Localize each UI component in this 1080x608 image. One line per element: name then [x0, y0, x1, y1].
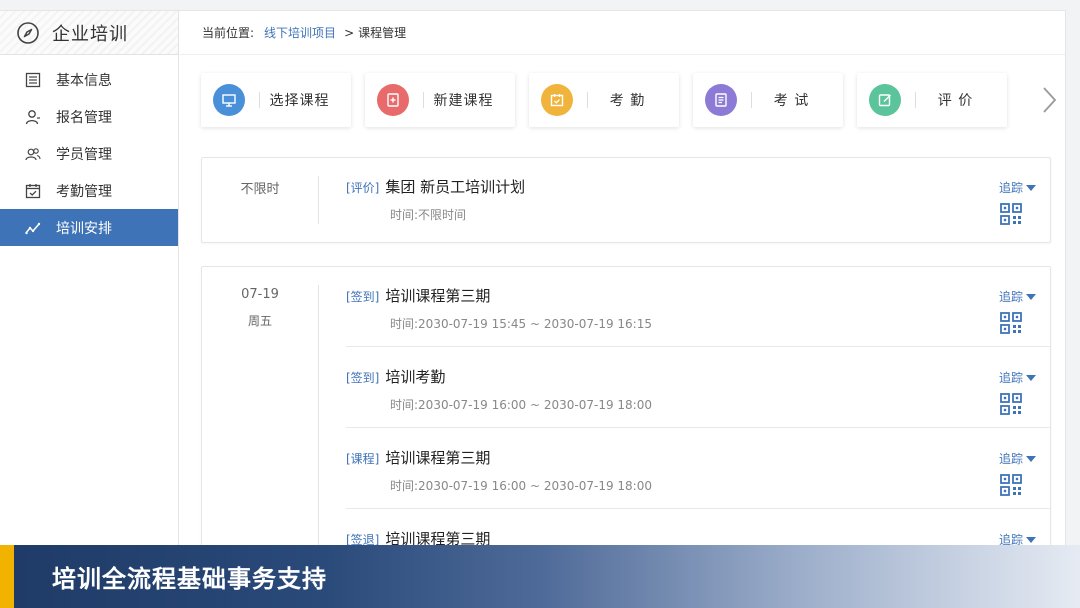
caret-down-icon	[1026, 455, 1036, 462]
edit-icon	[869, 84, 901, 116]
action-label: 考 勤	[609, 93, 646, 109]
track-dropdown[interactable]: 追踪	[999, 450, 1036, 467]
event-name[interactable]: 培训课程第三期	[385, 285, 490, 306]
trend-icon	[24, 219, 42, 237]
event-tag: [课程]	[346, 452, 380, 466]
event-tag: [评价]	[346, 181, 380, 195]
list-icon	[24, 71, 42, 89]
track-label: 追踪	[998, 452, 1023, 466]
event-tag: [签到]	[346, 371, 380, 385]
sidebar-item-label: 考勤管理	[56, 183, 112, 200]
breadcrumb-current: 课程管理	[358, 26, 407, 40]
schedule-event: [签到] 培训考勤 时间:2030-07-19 16:00 ~ 2030-07-…	[346, 348, 1050, 428]
date-label: 不限时	[240, 182, 280, 197]
sidebar-item-basic-info[interactable]: 基本信息	[0, 61, 178, 98]
track-dropdown[interactable]: 追踪	[999, 179, 1036, 196]
new-course-button[interactable]: 新建课程	[365, 73, 515, 127]
caret-down-icon	[1026, 184, 1036, 191]
compass-icon	[17, 21, 39, 44]
schedule-card: 07-19 周五 [签到] 培训课程第三期 时间:2030-07-19 15:4…	[201, 266, 1051, 550]
calendar-check-icon	[24, 182, 42, 200]
caption-banner: 培训全流程基础事务支持	[0, 545, 1080, 608]
action-label: 评 价	[937, 93, 974, 109]
new-doc-icon	[377, 84, 409, 116]
track-label: 追踪	[998, 371, 1023, 385]
evaluation-button[interactable]: 评 价	[857, 73, 1007, 127]
schedule-card: 不限时 [评价] 集团 新员工培训计划 时间:不限时间 追踪	[201, 157, 1051, 243]
monitor-icon	[213, 84, 245, 116]
date-column: 07-19 周五	[202, 267, 318, 329]
qr-code-icon[interactable]	[1000, 203, 1022, 225]
track-label: 追踪	[998, 181, 1023, 195]
event-name[interactable]: 培训考勤	[385, 366, 445, 387]
event-time: 时间:不限时间	[390, 208, 467, 222]
exam-button[interactable]: 考 试	[693, 73, 843, 127]
user-add-icon	[24, 108, 42, 126]
track-label: 追踪	[998, 290, 1023, 304]
caret-down-icon	[1026, 374, 1036, 381]
event-tag: [签到]	[346, 290, 380, 304]
track-dropdown[interactable]: 追踪	[999, 369, 1036, 386]
qr-code-icon[interactable]	[1000, 312, 1022, 334]
select-course-button[interactable]: 选择课程	[201, 73, 351, 127]
accent-bar	[0, 545, 14, 608]
caret-down-icon	[1026, 293, 1036, 300]
app-window: 企业培训 基本信息 报名管理 学员管理 考勤管理 培训安排 当前位置: 线下培训…	[0, 10, 1066, 550]
divider	[318, 285, 319, 550]
sidebar-item-attendance[interactable]: 考勤管理	[0, 172, 178, 209]
qr-code-icon[interactable]	[1000, 393, 1022, 415]
schedule-event: [课程] 培训课程第三期 时间:2030-07-19 16:00 ~ 2030-…	[346, 429, 1050, 509]
caption-text: 培训全流程基础事务支持	[52, 565, 327, 593]
schedule-event: [签到] 培训课程第三期 时间:2030-07-19 15:45 ~ 2030-…	[346, 267, 1050, 347]
schedule-event: [评价] 集团 新员工培训计划 时间:不限时间 追踪	[346, 158, 1050, 238]
caret-down-icon	[1026, 536, 1036, 543]
event-time: 时间:2030-07-19 16:00 ~ 2030-07-19 18:00	[390, 398, 652, 412]
breadcrumb: 当前位置: 线下培训项目 > 课程管理	[180, 11, 1065, 55]
main-content: 当前位置: 线下培训项目 > 课程管理 选择课程 新建课程 考 勤 考 试 评 …	[180, 11, 1065, 550]
action-label: 新建课程	[433, 93, 494, 109]
users-icon	[24, 145, 42, 163]
event-time: 时间:2030-07-19 16:00 ~ 2030-07-19 18:00	[390, 479, 652, 493]
sidebar-item-label: 培训安排	[56, 220, 112, 237]
sidebar-item-students[interactable]: 学员管理	[0, 135, 178, 172]
event-name[interactable]: 集团 新员工培训计划	[385, 176, 525, 197]
sidebar-item-label: 基本信息	[56, 72, 112, 89]
date-label: 07-19	[241, 287, 279, 302]
action-toolbar: 选择课程 新建课程 考 勤 考 试 评 价	[201, 73, 1021, 127]
sidebar-item-training-schedule[interactable]: 培训安排	[0, 209, 178, 246]
action-label: 考 试	[773, 93, 810, 109]
weekday-label: 周五	[247, 314, 272, 328]
event-time: 时间:2030-07-19 15:45 ~ 2030-07-19 16:15	[390, 317, 652, 331]
chevron-right-icon[interactable]	[1039, 85, 1059, 115]
sidebar-item-enrollment[interactable]: 报名管理	[0, 98, 178, 135]
app-title: 企业培训	[52, 23, 128, 45]
breadcrumb-separator: >	[344, 25, 355, 40]
divider	[318, 176, 319, 224]
qr-code-icon[interactable]	[1000, 474, 1022, 496]
brand-header: 企业培训	[0, 11, 178, 55]
sidebar-item-label: 学员管理	[56, 146, 112, 163]
calendar-icon	[541, 84, 573, 116]
track-dropdown[interactable]: 追踪	[999, 288, 1036, 305]
breadcrumb-link[interactable]: 线下培训项目	[264, 24, 336, 41]
attendance-button[interactable]: 考 勤	[529, 73, 679, 127]
event-name[interactable]: 培训课程第三期	[385, 447, 490, 468]
document-icon	[705, 84, 737, 116]
sidebar-nav: 基本信息 报名管理 学员管理 考勤管理 培训安排	[0, 55, 178, 246]
sidebar: 企业培训 基本信息 报名管理 学员管理 考勤管理 培训安排	[0, 11, 179, 550]
sidebar-item-label: 报名管理	[56, 109, 112, 126]
date-column: 不限时	[202, 158, 318, 197]
breadcrumb-prefix: 当前位置:	[202, 26, 255, 40]
schedule-event: [签退] 培训课程第三期 追踪	[346, 510, 1050, 550]
action-label: 选择课程	[269, 93, 330, 109]
